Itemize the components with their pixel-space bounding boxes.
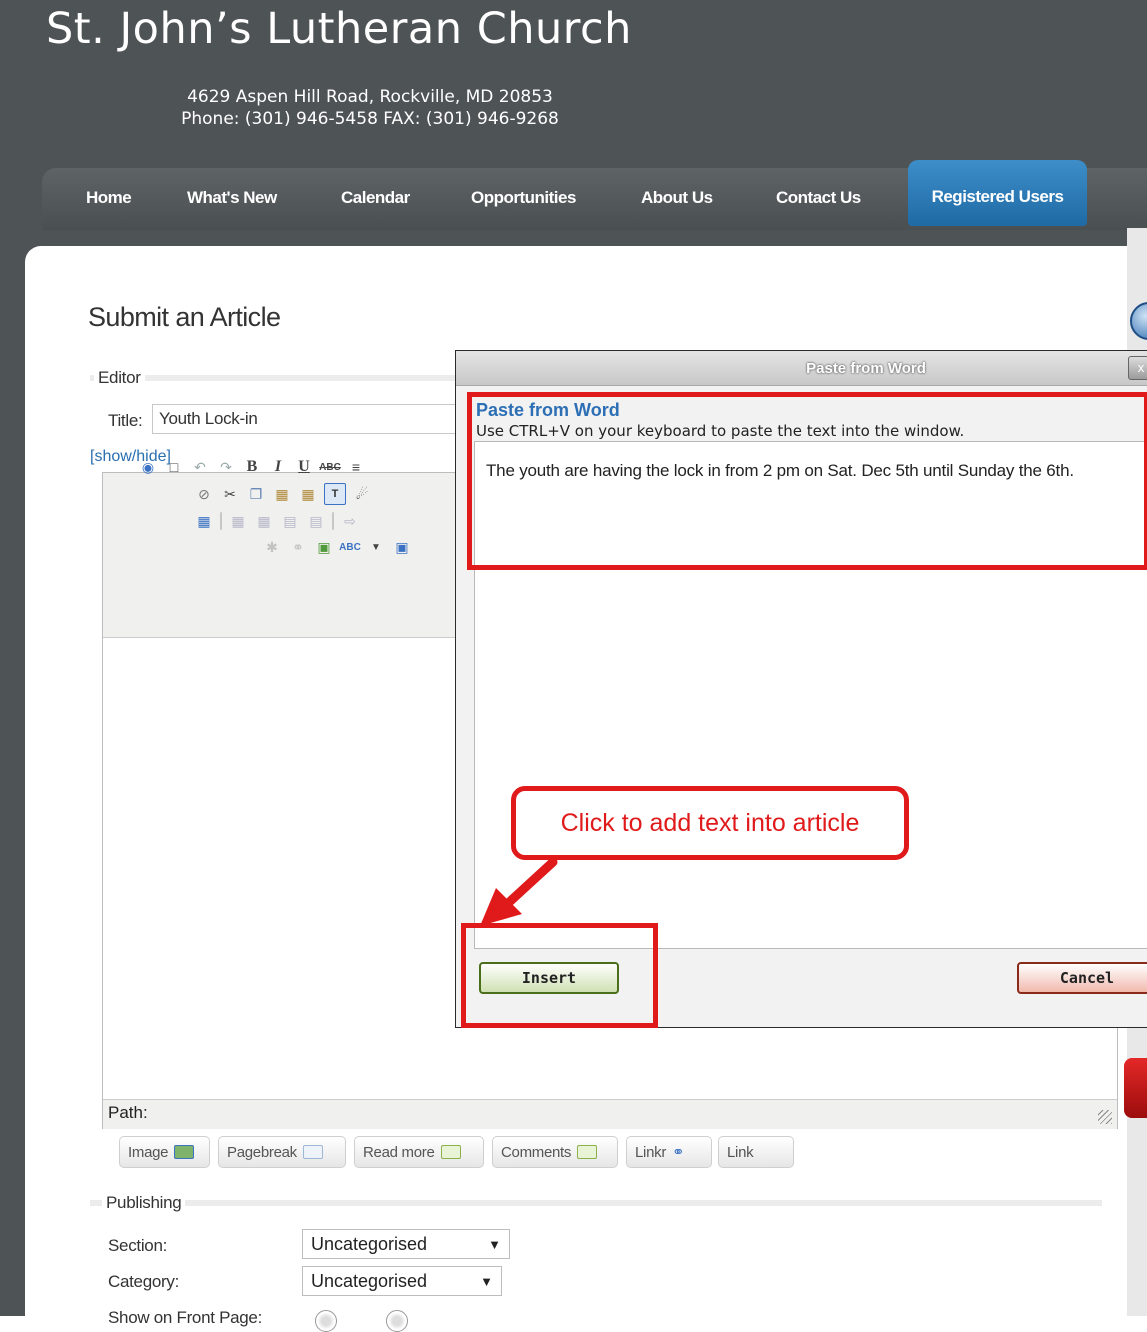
read-more-button-label: Read more [363,1143,435,1161]
help-icon[interactable]: ◉ [138,457,158,477]
toolbar-separator [332,512,334,530]
redo-icon[interactable]: ↷ [216,457,236,477]
editor-path-bar [103,1099,1117,1129]
link-button-label: Link [727,1143,754,1161]
unlink-icon[interactable]: ✱ [262,537,282,557]
comments-button[interactable]: Comments [492,1136,618,1168]
image-button-label: Image [128,1143,169,1161]
front-page-yes-radio[interactable] [315,1310,337,1332]
strikethrough-icon[interactable]: ABC [319,457,341,477]
nav-whats-new[interactable]: What's New [187,188,277,208]
title-label: Title: [108,411,143,430]
pagebreak-button[interactable]: Pagebreak [218,1136,346,1168]
nav-home[interactable]: Home [86,188,132,208]
paste-text-icon[interactable]: T [324,483,346,505]
undo-icon[interactable]: ↶ [190,457,210,477]
pagebreak-icon [302,1145,323,1159]
chevron-down-icon: ▼ [488,1236,501,1252]
bold-icon[interactable]: B [242,457,262,477]
title-input[interactable] [152,404,482,434]
link-icon[interactable]: ⚭ [288,537,308,557]
image-button[interactable]: Image [119,1136,210,1168]
publishing-legend: Publishing [102,1193,186,1213]
category-select-value: Uncategorised [311,1270,428,1291]
indent-icon[interactable]: ⇨ [340,511,360,531]
category-label: Category: [108,1272,180,1291]
category-select[interactable]: Uncategorised ▼ [302,1266,502,1296]
comments-icon [577,1145,598,1159]
highlight-insert-button [461,923,658,1028]
nav-calendar[interactable]: Calendar [341,188,410,208]
find-icon[interactable]: ☄ [352,484,372,504]
chain-link-icon: ⚭ [672,1144,685,1161]
dropdown-icon[interactable]: ▼ [366,537,386,557]
read-more-button[interactable]: Read more [354,1136,484,1168]
eraser-icon[interactable]: ⊘ [194,484,214,504]
spellcheck-icon[interactable]: ABC [339,537,361,557]
nav-registered-users[interactable]: Registered Users [908,160,1087,226]
contact-block: 4629 Aspen Hill Road, Rockville, MD 2085… [100,86,640,130]
copy-icon[interactable]: ❐ [246,484,266,504]
linkr-button-label: Linkr [635,1143,667,1161]
merge-cells-icon[interactable]: ▤ [280,511,300,531]
front-page-label: Show on Front Page: [108,1308,263,1327]
section-select-value: Uncategorised [311,1233,428,1254]
underline-icon[interactable]: U [294,457,314,477]
link-button[interactable]: Link [718,1136,794,1168]
page-title: Submit an Article [88,302,281,332]
paste-icon[interactable]: ▦ [272,484,292,504]
nav-opportunities[interactable]: Opportunities [471,188,576,208]
path-label: Path: [108,1103,148,1122]
nav-about-us[interactable]: About Us [641,188,713,208]
dialog-title: Paste from Word [806,360,926,377]
phone-line: Phone: (301) 946-5458 FAX: (301) 946-926… [181,109,559,129]
linkr-button[interactable]: Linkr ⚭ [626,1136,712,1168]
new-document-icon[interactable]: □ [164,457,184,477]
toolbar-separator [220,512,222,530]
highlight-pasted-text [467,392,1147,570]
address-line: 4629 Aspen Hill Road, Rockville, MD 2085… [187,87,553,107]
editor-legend: Editor [94,368,145,388]
pagebreak-button-label: Pagebreak [227,1143,297,1161]
insert-row-icon[interactable]: ▦ [254,511,274,531]
ribbon-icon [1124,1058,1147,1118]
split-cells-icon[interactable]: ▤ [306,511,326,531]
italic-icon[interactable]: I [268,457,288,477]
annotation-callout: Click to add text into article [511,786,909,860]
site-title: St. John’s Lutheran Church [46,4,632,54]
paste-word-icon[interactable]: ▦ [298,484,318,504]
cut-icon[interactable]: ✂ [220,484,240,504]
section-label: Section: [108,1236,168,1255]
chevron-down-icon: ▼ [480,1273,493,1289]
read-more-icon [440,1145,461,1159]
cancel-button[interactable]: Cancel [1017,962,1147,994]
image-icon [174,1145,195,1159]
section-select[interactable]: Uncategorised ▼ [302,1229,510,1259]
comments-button-label: Comments [501,1143,572,1161]
close-icon[interactable]: x [1128,356,1147,380]
align-left-icon[interactable]: ≡ [346,457,366,477]
nav-contact-us[interactable]: Contact Us [776,188,861,208]
resize-grip-icon[interactable] [1098,1110,1112,1124]
front-page-no-radio[interactable] [386,1310,408,1332]
edit-table-icon[interactable]: ▦ [194,511,214,531]
publishing-fieldset-rule [90,1200,1102,1206]
fullscreen-icon[interactable]: ▣ [392,537,412,557]
delete-row-icon[interactable]: ▦ [228,511,248,531]
image-icon[interactable]: ▣ [314,537,334,557]
